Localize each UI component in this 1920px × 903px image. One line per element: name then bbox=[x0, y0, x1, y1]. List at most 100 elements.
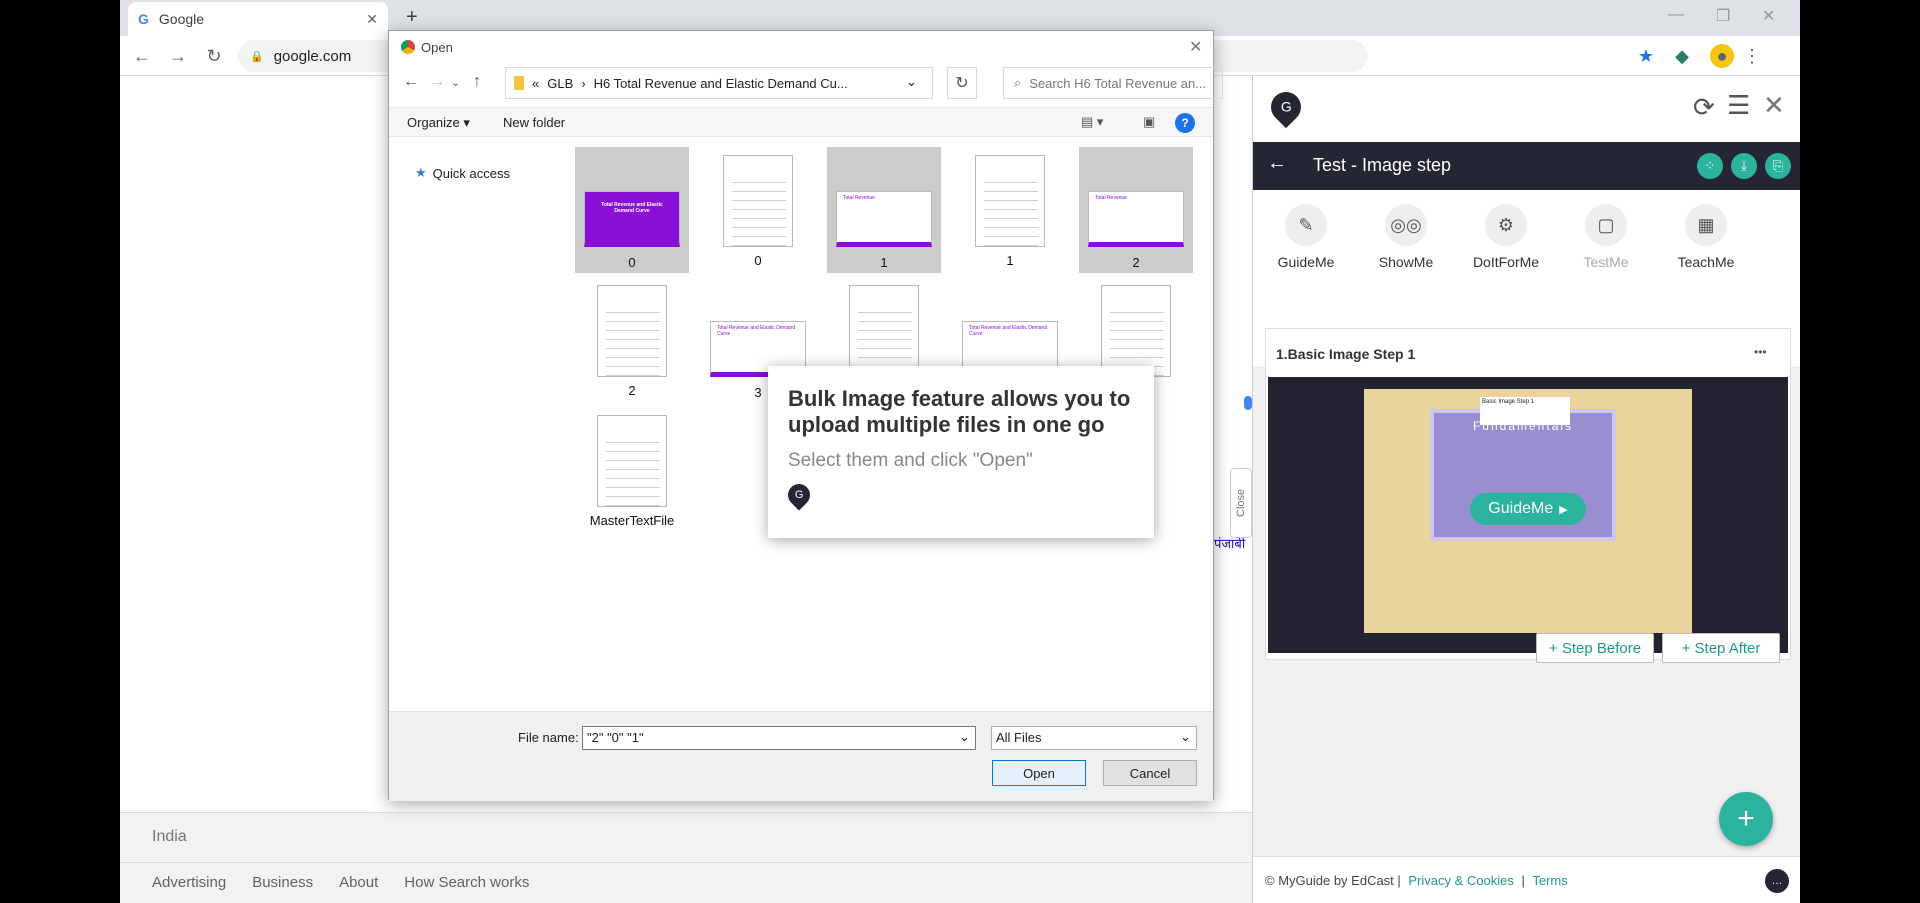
myguide-extension-icon[interactable]: ◆ bbox=[1670, 44, 1694, 68]
chat-icon[interactable]: … bbox=[1765, 869, 1789, 893]
bookmark-star-icon[interactable]: ★ bbox=[1634, 44, 1658, 68]
breadcrumb-current-folder[interactable]: H6 Total Revenue and Elastic Demand Cu..… bbox=[594, 76, 848, 91]
breadcrumb-glb[interactable]: GLB bbox=[547, 76, 573, 91]
dialog-search-input[interactable]: ⌕ Search H6 Total Revenue an... bbox=[1003, 67, 1223, 99]
step-before-button[interactable]: + Step Before bbox=[1536, 633, 1654, 663]
terms-link[interactable]: Terms bbox=[1532, 873, 1567, 888]
file-name: 0 bbox=[754, 253, 762, 268]
file-type-select[interactable]: All Files ⌄ bbox=[991, 726, 1197, 750]
privacy-cookies-link[interactable]: Privacy & Cookies bbox=[1408, 873, 1513, 888]
new-folder-button[interactable]: New folder bbox=[503, 115, 565, 130]
help-icon[interactable]: ? bbox=[1175, 113, 1195, 133]
mode-testme[interactable]: ▢ TestMe bbox=[1561, 204, 1651, 270]
mode-guideme[interactable]: ✎ GuideMe bbox=[1261, 204, 1351, 270]
mode-doitforme[interactable]: ⚙ DoItForMe bbox=[1461, 204, 1551, 270]
url-text: google.com bbox=[273, 47, 352, 65]
dialog-titlebar: Open ✕ bbox=[389, 31, 1213, 63]
browser-tab[interactable]: G Google ✕ bbox=[128, 2, 388, 36]
tooltip-title: Bulk Image feature allows you to upload … bbox=[788, 386, 1131, 437]
slide-thumbnail: Total Revenue and Elastic Demand Curve bbox=[584, 191, 680, 247]
footer-link-business[interactable]: Business bbox=[252, 874, 313, 892]
file-item[interactable]: 1 bbox=[953, 147, 1067, 273]
change-view-icon[interactable]: ▤ ▾ bbox=[1081, 114, 1103, 130]
grid-icon[interactable]: ⁘ bbox=[1697, 153, 1723, 179]
file-name-input[interactable]: "2" "0" "1" ⌄ bbox=[582, 726, 976, 750]
country-label: India bbox=[152, 828, 187, 845]
recent-locations-icon[interactable]: ⌄ bbox=[451, 76, 460, 89]
step-more-icon[interactable]: ••• bbox=[1754, 345, 1767, 359]
bulk-image-tooltip: Bulk Image feature allows you to upload … bbox=[768, 366, 1154, 538]
dialog-close-icon[interactable]: ✕ bbox=[1189, 37, 1202, 57]
file-item[interactable]: Total Revenue and Elastic Demand Curve 0 bbox=[575, 147, 689, 273]
file-item[interactable]: Total Revenue 1 bbox=[827, 147, 941, 273]
profile-avatar-icon[interactable]: ● bbox=[1710, 44, 1734, 68]
export-icon[interactable]: ⎘ bbox=[1765, 153, 1791, 179]
document-icon bbox=[597, 285, 667, 377]
forward-icon[interactable]: → bbox=[166, 44, 190, 68]
restore-icon[interactable]: ❐ bbox=[1716, 6, 1730, 26]
back-icon[interactable]: ← bbox=[130, 44, 154, 68]
google-footer-links: Advertising Business About How Search wo… bbox=[120, 862, 1252, 903]
footer-link-about[interactable]: About bbox=[339, 874, 378, 892]
mode-showme[interactable]: ◎◎ ShowMe bbox=[1361, 204, 1451, 270]
download-icon[interactable]: ⤓ bbox=[1731, 153, 1757, 179]
step-card: 1.Basic Image Step 1 ••• Fundamentals Ba… bbox=[1265, 328, 1791, 663]
file-name-value: "2" "0" "1" bbox=[587, 730, 644, 745]
breadcrumb-dropdown-icon[interactable]: ⌄ bbox=[906, 74, 917, 90]
organize-button[interactable]: Organize ▾ bbox=[407, 115, 470, 131]
mode-teachme[interactable]: ▦ TeachMe bbox=[1661, 204, 1751, 270]
google-favicon-icon: G bbox=[138, 11, 149, 27]
file-name: 1 bbox=[880, 255, 888, 270]
dialog-nav-pane: ★ Quick access bbox=[389, 139, 569, 699]
panel-close-icon[interactable]: ✕ bbox=[1763, 90, 1785, 121]
dialog-refresh-icon[interactable]: ↻ bbox=[947, 67, 977, 99]
voice-search-icon[interactable] bbox=[1244, 396, 1252, 410]
myguide-pin-icon: G bbox=[783, 479, 815, 511]
preview-pane-icon[interactable]: ▣ bbox=[1143, 114, 1155, 130]
file-name: 3 bbox=[754, 385, 762, 400]
cancel-button[interactable]: Cancel bbox=[1103, 760, 1197, 786]
file-item[interactable]: MasterTextFile bbox=[575, 407, 689, 533]
breadcrumb-overflow-icon[interactable]: « bbox=[532, 76, 539, 91]
lock-icon: 🔒 bbox=[250, 50, 264, 63]
chrome-app-icon bbox=[401, 40, 415, 54]
open-button[interactable]: Open bbox=[992, 760, 1086, 786]
file-type-value: All Files bbox=[996, 730, 1042, 745]
chrome-menu-icon[interactable]: ⋮ bbox=[1740, 44, 1764, 68]
dialog-forward-icon[interactable]: → bbox=[429, 73, 445, 91]
up-folder-icon[interactable]: ↑ bbox=[473, 73, 481, 91]
document-icon bbox=[975, 155, 1045, 247]
minimize-icon[interactable]: — bbox=[1668, 6, 1684, 24]
tooltip-subtitle: Select them and click "Open" bbox=[788, 450, 1033, 471]
footer-link-how-search-works[interactable]: How Search works bbox=[404, 874, 529, 892]
file-item[interactable]: 2 bbox=[575, 277, 689, 403]
sync-icon[interactable]: ⟳ bbox=[1693, 92, 1715, 123]
footer-link-advertising[interactable]: Advertising bbox=[152, 874, 226, 892]
panel-back-icon[interactable]: ← bbox=[1267, 152, 1287, 175]
file-item[interactable]: 0 bbox=[701, 147, 815, 273]
dialog-back-icon[interactable]: ← bbox=[403, 73, 419, 91]
close-side-tab[interactable]: Close bbox=[1230, 468, 1252, 538]
dialog-breadcrumb[interactable]: « GLB › H6 Total Revenue and Elastic Dem… bbox=[505, 67, 933, 99]
file-name-dropdown-icon[interactable]: ⌄ bbox=[959, 729, 970, 745]
new-tab-button[interactable]: + bbox=[406, 6, 418, 29]
file-type-dropdown-icon[interactable]: ⌄ bbox=[1180, 729, 1191, 745]
quick-access-item[interactable]: ★ Quick access bbox=[415, 165, 510, 181]
doitforme-icon: ⚙ bbox=[1485, 204, 1527, 246]
dialog-search-placeholder: Search H6 Total Revenue an... bbox=[1029, 75, 1207, 91]
close-tab-icon[interactable]: ✕ bbox=[366, 11, 378, 28]
add-step-button[interactable]: + bbox=[1719, 792, 1773, 846]
guideme-pill[interactable]: GuideMe ▶ bbox=[1470, 493, 1586, 525]
hamburger-menu-icon[interactable]: ☰ bbox=[1727, 90, 1750, 121]
step-after-button[interactable]: + Step After bbox=[1662, 633, 1780, 663]
file-name: 0 bbox=[628, 255, 636, 270]
panel-footer: © MyGuide by EdCast | Privacy & Cookies … bbox=[1253, 856, 1800, 903]
google-footer-country: India bbox=[120, 812, 1252, 862]
file-item[interactable]: Total Revenue 2 bbox=[1079, 147, 1193, 273]
myguide-logo-icon: G bbox=[1264, 85, 1308, 129]
dialog-command-bar: Organize ▾ New folder ▤ ▾ ▣ ? bbox=[389, 107, 1213, 137]
mode-label: TestMe bbox=[1583, 254, 1629, 270]
step-image-preview[interactable]: Fundamentals Basic Image Step 1 GuideMe … bbox=[1268, 377, 1788, 663]
reload-icon[interactable]: ↻ bbox=[202, 44, 226, 68]
window-close-icon[interactable]: ✕ bbox=[1762, 6, 1775, 26]
